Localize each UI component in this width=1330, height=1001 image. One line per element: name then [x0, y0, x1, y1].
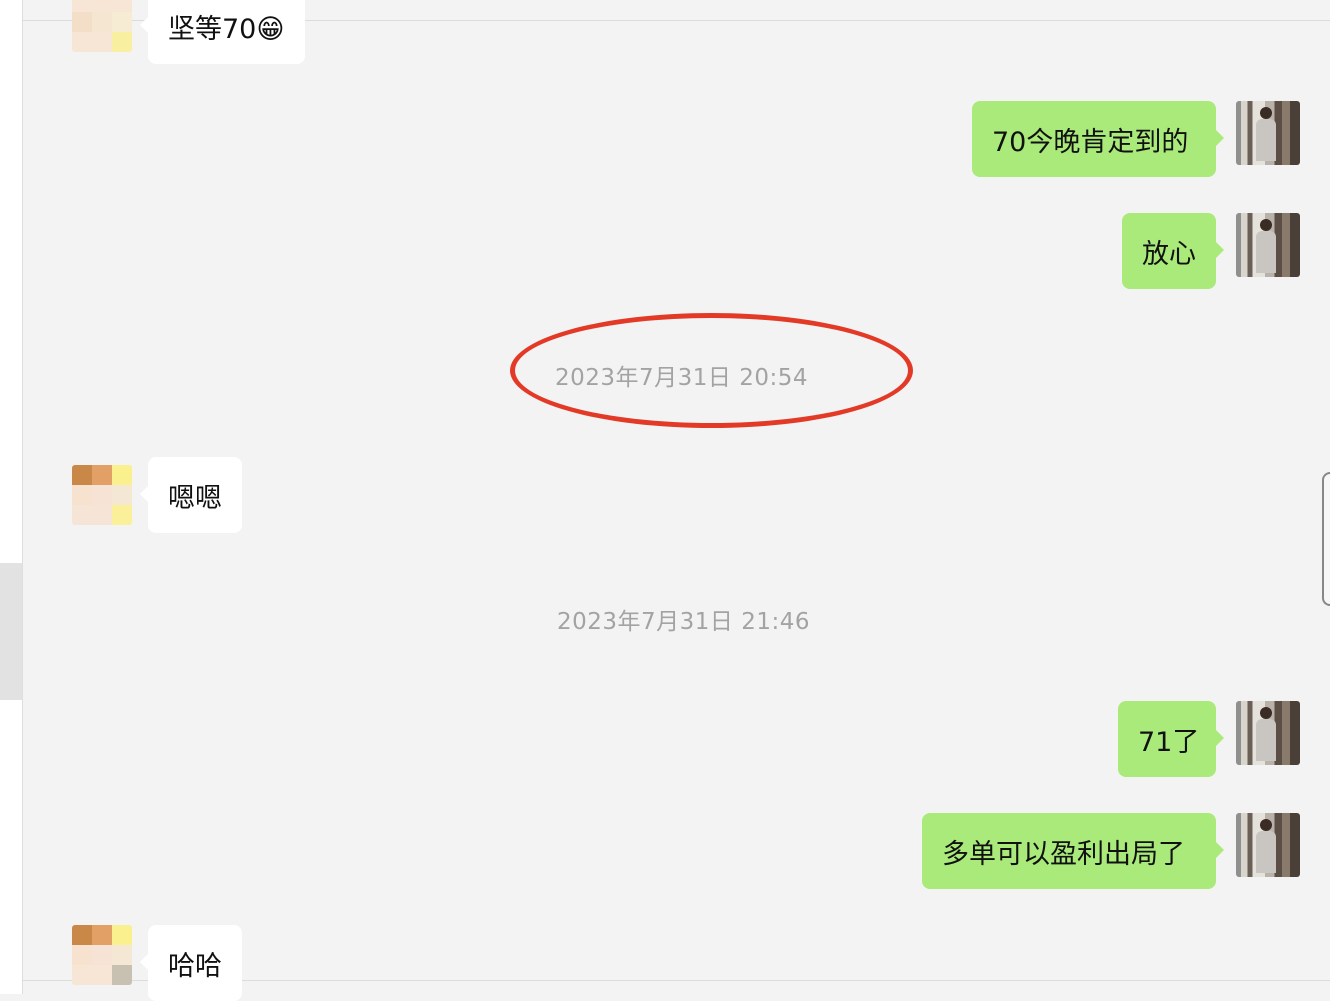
message-bubble-incoming[interactable]: 嗯嗯 [140, 457, 242, 533]
message-text: 坚等70😁 [168, 13, 285, 45]
chat-scrollbar-thumb[interactable] [1322, 472, 1330, 606]
contact-avatar[interactable] [72, 0, 132, 52]
message-text: 多单可以盈利出局了 [942, 838, 1185, 870]
message-timestamp: 2023年7月31日 21:46 [557, 609, 811, 635]
user-avatar[interactable] [1236, 213, 1300, 277]
message-bubble-outgoing[interactable]: 70今晚肯定到的 [972, 101, 1224, 177]
message-text: 70今晚肯定到的 [992, 126, 1189, 158]
message-text: 嗯嗯 [168, 482, 222, 514]
user-avatar[interactable] [1236, 701, 1300, 765]
message-text: 哈哈 [168, 950, 222, 982]
sidebar-scrollbar-thumb[interactable] [0, 563, 22, 700]
message-bubble-outgoing[interactable]: 多单可以盈利出局了 [922, 813, 1224, 889]
message-bubble-outgoing[interactable]: 71了 [1118, 701, 1224, 777]
highlight-circle-annotation [510, 313, 913, 428]
sidebar-edge [0, 0, 23, 994]
user-avatar[interactable] [1236, 101, 1300, 165]
contact-avatar[interactable] [72, 465, 132, 525]
message-bubble-incoming[interactable]: 坚等70😁 [140, 0, 305, 64]
message-text: 放心 [1142, 238, 1196, 270]
contact-avatar[interactable] [72, 925, 132, 985]
message-text: 71了 [1138, 726, 1200, 758]
user-avatar[interactable] [1236, 813, 1300, 877]
message-bubble-outgoing[interactable]: 放心 [1122, 213, 1224, 289]
message-bubble-incoming[interactable]: 哈哈 [140, 925, 242, 1001]
